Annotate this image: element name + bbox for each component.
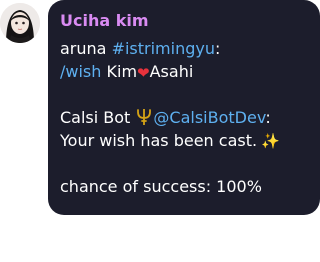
message-line-5: chance of success: 100% [60, 175, 308, 198]
sender-name[interactable]: Uciha kim [60, 10, 308, 32]
message-line-2: /wish Kim❤Asahi [60, 60, 308, 83]
name-kim: Kim [106, 62, 138, 81]
hashtag-link[interactable]: #istrimingyu [112, 39, 215, 58]
heart-icon: ❤ [137, 64, 150, 82]
bot-handle-link[interactable]: @CalsiBotDev [153, 108, 265, 127]
colon-text-2: : [265, 108, 271, 127]
message-body: aruna #istrimingyu: /wish Kim❤Asahi Cals… [60, 37, 308, 198]
sparkles-icon: ✨ [261, 132, 280, 150]
name-asahi: Asahi [149, 62, 194, 81]
bot-name: Calsi Bot [60, 108, 131, 127]
colon-text: : [214, 39, 221, 58]
avatar[interactable] [0, 3, 40, 43]
message-line-4: Your wish has been cast. ✨ [60, 129, 308, 152]
wish-command-link[interactable]: /wish [60, 62, 101, 81]
trident-icon [135, 107, 153, 130]
message-line-1: aruna #istrimingyu: [60, 37, 308, 60]
message-line-3: Calsi Bot @CalsiBotDev: [60, 106, 308, 129]
success-chance-text: chance of success: 100% [60, 177, 262, 196]
wish-cast-text: Your wish has been cast. [60, 131, 258, 150]
message-bubble: Uciha kim aruna #istrimingyu: /wish Kim❤… [48, 0, 320, 215]
username-text: aruna [60, 39, 107, 58]
